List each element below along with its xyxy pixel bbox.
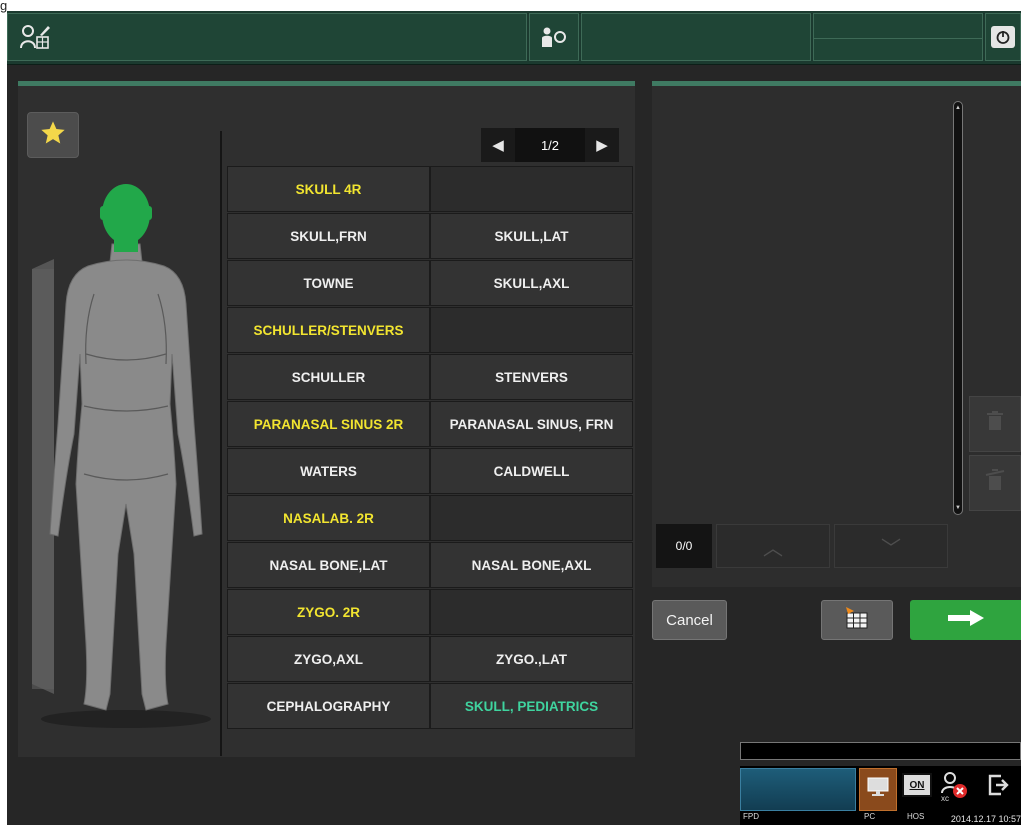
fpd-label: FPD [743, 812, 759, 821]
exam-button[interactable]: ZYGO,AXL [227, 636, 430, 682]
empty-grid-cell [430, 589, 633, 635]
exam-button[interactable]: SCHULLER [227, 354, 430, 400]
table-import-button[interactable] [821, 600, 893, 640]
body-region-selector[interactable] [26, 174, 216, 734]
delete-one-button[interactable] [969, 396, 1021, 452]
favorite-button[interactable] [27, 112, 79, 158]
star-icon [39, 119, 67, 152]
chevron-down-icon: ﹀ [881, 537, 901, 560]
exam-button[interactable]: CALDWELL [430, 448, 633, 494]
patient-edit-icon[interactable] [18, 22, 52, 52]
exam-button[interactable]: SKULL, PEDIATRICS [430, 683, 633, 729]
user-disconnected-status[interactable]: xc [937, 770, 971, 806]
table-import-icon [844, 606, 870, 635]
operator-cell[interactable] [529, 13, 579, 61]
datetime-display: 2014.12.17 10:57 [950, 814, 1021, 824]
logout-button[interactable] [984, 772, 1014, 802]
exam-button[interactable]: TOWNE [227, 260, 430, 306]
selected-list-scrollbar[interactable]: ▲ ▼ [953, 101, 963, 515]
empty-grid-cell [430, 495, 633, 541]
exam-button[interactable]: ZYGO. 2R [227, 589, 430, 635]
exam-button[interactable]: SKULL 4R [227, 166, 430, 212]
exam-selection-panel: ◀ 1/2 ▶ SKULL 4R SKULL,FRN SKULL,LAT TOWNE S… [18, 81, 635, 757]
exam-button[interactable]: SKULL,FRN [227, 213, 430, 259]
monitor-icon [867, 777, 889, 802]
operator-icon[interactable] [538, 24, 570, 50]
exam-button[interactable]: SKULL,AXL [430, 260, 633, 306]
exam-button[interactable]: SCHULLER/STENVERS [227, 307, 430, 353]
header-info-cell [581, 13, 811, 61]
status-tray: FPD PC ON HOS xc 2014.12.17 10:57 [740, 766, 1021, 825]
network-on-icon: ON [902, 773, 932, 797]
move-up-button[interactable]: ︿ [716, 524, 830, 568]
page-indicator: 1/2 [515, 128, 585, 162]
exam-button[interactable]: STENVERS [430, 354, 633, 400]
logout-icon [987, 773, 1011, 802]
delete-all-button[interactable] [969, 455, 1021, 511]
exam-button[interactable]: NASALAB. 2R [227, 495, 430, 541]
hos-label: HOS [907, 812, 925, 821]
panel-divider [220, 131, 222, 756]
pager: ◀ 1/2 ▶ [481, 128, 619, 162]
cancel-button[interactable]: Cancel [652, 600, 727, 640]
exam-button[interactable]: WATERS [227, 448, 430, 494]
xc-label: xc [941, 794, 949, 803]
header-status-cell [813, 13, 983, 61]
exam-button[interactable]: PARANASAL SINUS, FRN [430, 401, 633, 447]
fpd-status[interactable] [740, 768, 856, 811]
triangle-right-icon: ▶ [596, 137, 608, 154]
power-icon[interactable] [991, 26, 1015, 48]
scroll-down-icon[interactable]: ▼ [954, 503, 962, 513]
exam-button[interactable]: ZYGO.,LAT [430, 636, 633, 682]
next-button[interactable] [910, 600, 1021, 640]
patient-info-cell[interactable] [7, 13, 527, 61]
message-field [740, 742, 1021, 760]
app-window: ◀ 1/2 ▶ SKULL 4R SKULL,FRN SKULL,LAT TOWNE S… [7, 11, 1021, 825]
arrow-right-icon [946, 608, 986, 633]
trash-icon [987, 411, 1003, 437]
next-page-button[interactable]: ▶ [585, 128, 619, 162]
triangle-left-icon: ◀ [492, 137, 504, 154]
selection-counter: 0/0 [656, 524, 712, 568]
move-down-button[interactable]: ﹀ [834, 524, 948, 568]
scroll-up-icon[interactable]: ▲ [954, 103, 962, 113]
exam-button[interactable]: PARANASAL SINUS 2R [227, 401, 430, 447]
exam-button[interactable]: NASAL BONE,LAT [227, 542, 430, 588]
exam-button[interactable]: SKULL,LAT [430, 213, 633, 259]
pc-label: PC [864, 812, 876, 821]
exam-button[interactable]: NASAL BONE,AXL [430, 542, 633, 588]
header-status-divider [814, 38, 982, 39]
empty-grid-cell [430, 307, 633, 353]
power-cell[interactable] [985, 13, 1021, 61]
trash-all-icon [985, 469, 1005, 497]
empty-grid-cell [430, 166, 633, 212]
chevron-up-icon: ︿ [763, 537, 783, 560]
head-region-highlight [100, 184, 152, 252]
pc-status[interactable] [859, 768, 897, 811]
prev-page-button[interactable]: ◀ [481, 128, 515, 162]
selected-exams-panel: ▲ ▼ 0/0 ︿ ﹀ [652, 81, 1021, 587]
top-bar [7, 11, 1021, 65]
online-status[interactable]: ON [902, 770, 932, 800]
list-navigation-row: 0/0 ︿ ﹀ [652, 521, 1021, 571]
exam-button[interactable]: CEPHALOGRAPHY [227, 683, 430, 729]
